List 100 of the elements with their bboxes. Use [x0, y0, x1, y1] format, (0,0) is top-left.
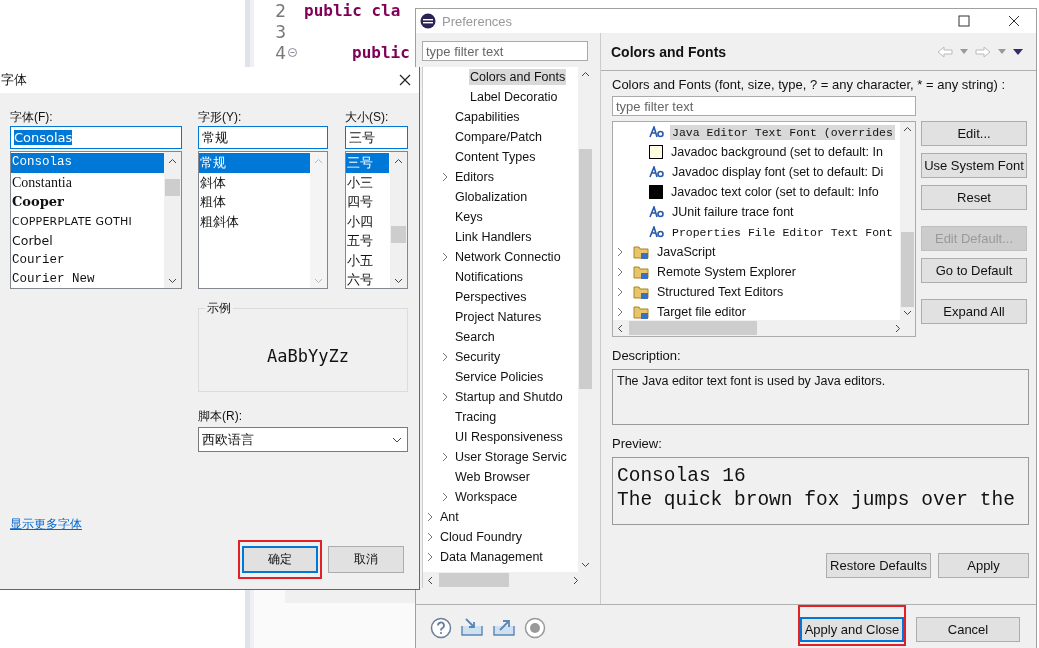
tree-item[interactable]: Javadoc text color (set to default: Info	[669, 184, 881, 200]
list-item[interactable]: 斜体	[199, 172, 310, 192]
action-button[interactable]: Apply	[938, 553, 1029, 578]
list-item[interactable]: 五号	[346, 231, 389, 251]
tree-item[interactable]: Notifications	[454, 269, 525, 285]
font-name-field[interactable]: Consolas	[10, 126, 182, 149]
scroll-up-icon[interactable]	[903, 126, 912, 132]
scroll-up-icon[interactable]	[394, 158, 403, 164]
list-item[interactable]: 粗斜体	[199, 211, 310, 231]
action-button[interactable]: Go to Default	[921, 258, 1027, 283]
dialog-button[interactable]: Cancel	[916, 617, 1020, 642]
tree-item[interactable]: Service Policies	[454, 369, 545, 385]
scroll-down-icon[interactable]	[394, 278, 403, 284]
list-item[interactable]: 粗体	[199, 192, 310, 212]
scroll-down-icon[interactable]	[903, 310, 912, 316]
tree-item[interactable]: Project Natures	[454, 309, 543, 325]
tree-item[interactable]: User Storage Servic	[454, 449, 568, 465]
close-icon[interactable]	[399, 74, 411, 86]
tree-item[interactable]: Globalization	[454, 189, 529, 205]
tree-item[interactable]: Java Editor Text Font (overrides	[670, 124, 895, 140]
tree-item[interactable]: Perspectives	[454, 289, 528, 305]
list-item[interactable]: Courier	[11, 250, 164, 270]
export-icon[interactable]	[492, 617, 516, 637]
dialog-button[interactable]: 取消	[328, 546, 404, 573]
action-button[interactable]: Expand All	[921, 299, 1027, 324]
scroll-thumb[interactable]	[391, 226, 406, 243]
scroll-left-icon[interactable]	[617, 323, 623, 333]
scroll-thumb[interactable]	[439, 573, 509, 587]
tree-item[interactable]: Web Browser	[454, 469, 531, 485]
tree-item[interactable]: JUnit failure trace font	[670, 204, 796, 220]
list-item[interactable]: 常规	[199, 153, 310, 173]
tree-item[interactable]: Colors and Fonts	[469, 69, 567, 85]
scroll-right-icon[interactable]	[895, 323, 901, 333]
tree-item[interactable]: Javadoc display font (set to default: Di	[670, 164, 886, 180]
tree-item[interactable]: Keys	[454, 209, 484, 225]
list-item[interactable]: Courier New	[11, 270, 164, 288]
close-icon[interactable]	[1008, 15, 1020, 27]
tree-item[interactable]: Editors	[454, 169, 495, 185]
tree-item[interactable]: Ant	[439, 509, 460, 525]
tree-item[interactable]: Properties File Editor Text Font	[670, 224, 895, 240]
tree-item[interactable]: Target file editor	[655, 304, 748, 320]
tree-item[interactable]: Cloud Foundry	[439, 529, 523, 545]
scrollbar[interactable]	[390, 152, 407, 288]
list-item[interactable]: 三号	[346, 153, 389, 173]
help-icon[interactable]	[430, 617, 452, 639]
tree-item[interactable]: Startup and Shutdo	[454, 389, 564, 405]
dialog-button[interactable]: Apply and Close	[800, 617, 904, 642]
action-button[interactable]: Reset	[921, 185, 1027, 210]
import-icon[interactable]	[460, 617, 484, 637]
list-item[interactable]: Corbel	[11, 231, 164, 251]
dialog-button[interactable]: 确定	[242, 546, 318, 573]
scroll-down-icon[interactable]	[168, 278, 177, 284]
chevron-down-icon[interactable]	[392, 436, 402, 443]
list-item[interactable]: 小三	[346, 172, 389, 192]
tree-item[interactable]: Label Decoratio	[469, 89, 559, 105]
tree-item[interactable]: Link Handlers	[454, 229, 533, 245]
list-item[interactable]: COPPERPLATE GOTHI	[11, 211, 164, 231]
scrollbar[interactable]	[613, 320, 915, 336]
filter-field[interactable]: type filter text	[612, 96, 916, 116]
scrollbar[interactable]	[900, 122, 915, 320]
action-button[interactable]: Use System Font	[921, 153, 1027, 178]
tree-item[interactable]: Compare/Patch	[454, 129, 543, 145]
tree-item[interactable]: JavaScript	[655, 244, 718, 260]
tree-item[interactable]: Workspace	[454, 489, 519, 505]
scroll-up-icon[interactable]	[581, 71, 590, 77]
tree-item[interactable]: Structured Text Editors	[655, 284, 786, 300]
list-item[interactable]: Consolas	[11, 153, 164, 173]
script-dropdown[interactable]: 西欧语言	[198, 427, 408, 452]
dropdown-icon[interactable]	[998, 49, 1006, 54]
tree-item[interactable]: Javadoc background (set to default: In	[669, 144, 885, 160]
tree-item[interactable]: Security	[454, 349, 502, 365]
tree-item[interactable]: Data Management	[439, 549, 544, 565]
list-item[interactable]: 小五	[346, 250, 389, 270]
dropdown-icon[interactable]	[960, 49, 968, 54]
collapse-icon[interactable]	[287, 48, 297, 57]
action-button[interactable]: Edit...	[921, 121, 1027, 146]
list-item[interactable]: 六号	[346, 270, 389, 288]
tree-item[interactable]: Capabilities	[454, 109, 521, 125]
scroll-thumb[interactable]	[629, 321, 757, 335]
font-size-field[interactable]: 三号	[345, 126, 408, 149]
tree-item[interactable]: UI Responsiveness	[454, 429, 564, 445]
list-item[interactable]: 小四	[346, 211, 389, 231]
font-style-field[interactable]: 常规	[198, 126, 328, 149]
tree-item[interactable]: Tracing	[454, 409, 498, 425]
list-item[interactable]: 四号	[346, 192, 389, 212]
list-item[interactable]: Constantia	[11, 172, 164, 192]
scroll-down-icon[interactable]	[581, 562, 590, 568]
show-more-fonts-link[interactable]: 显示更多字体	[10, 516, 82, 533]
maximize-icon[interactable]	[958, 15, 970, 27]
scroll-thumb[interactable]	[165, 179, 180, 196]
action-button[interactable]: Restore Defaults	[826, 553, 931, 578]
tree-item[interactable]: Network Connectio	[454, 249, 562, 265]
tree-item[interactable]: Search	[454, 329, 496, 345]
tree-item[interactable]: Content Types	[454, 149, 537, 165]
filter-field[interactable]: type filter text	[422, 41, 588, 61]
scroll-left-icon[interactable]	[427, 575, 433, 585]
view-menu-icon[interactable]	[1013, 48, 1023, 55]
list-item[interactable]: Cooper	[11, 192, 164, 212]
scroll-up-icon[interactable]	[168, 158, 177, 164]
scroll-right-icon[interactable]	[573, 575, 579, 585]
